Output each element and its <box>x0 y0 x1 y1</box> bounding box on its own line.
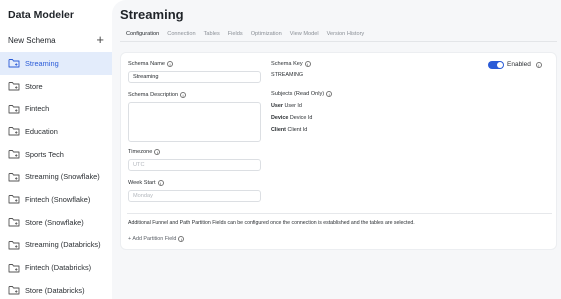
sidebar-item-streaming[interactable]: Streaming <box>0 52 112 75</box>
sidebar-item-store-databricks[interactable]: Store (Databricks) <box>0 279 112 299</box>
timezone-input: UTC <box>128 159 261 171</box>
enabled-toggle[interactable] <box>488 61 504 69</box>
schema-description-label-text: Schema Description <box>128 92 179 98</box>
subject-name: Device <box>271 115 289 121</box>
sidebar-item-store[interactable]: Store <box>0 75 112 98</box>
week-start-label: Week Start i <box>128 180 164 186</box>
app-title: Data Modeler <box>8 9 74 21</box>
subject-item: Device Device Id <box>271 115 312 121</box>
sidebar-item-label: Education <box>25 126 58 136</box>
info-icon[interactable]: i <box>178 236 185 242</box>
folder-icon <box>8 195 20 204</box>
schema-key-label-text: Schema Key <box>271 61 303 67</box>
schema-name-input[interactable]: Streaming <box>128 71 261 83</box>
week-start-input: Monday <box>128 190 261 202</box>
subjects-label-text: Subjects (Read Only) <box>271 91 325 97</box>
sidebar-item-label: Store <box>25 81 43 91</box>
subject-item: User User Id <box>271 103 302 109</box>
new-schema-button[interactable]: New Schema + <box>8 33 104 48</box>
folder-icon <box>8 127 20 136</box>
sidebar-item-store-snowflake[interactable]: Store (Snowflake) <box>0 211 112 234</box>
page-title: Streaming <box>120 7 184 22</box>
sidebar-item-fintech[interactable]: Fintech <box>0 97 112 120</box>
folder-icon <box>8 218 20 227</box>
add-partition-field-button[interactable]: + Add Partition Field i <box>128 236 185 242</box>
folder-icon <box>8 82 20 91</box>
configuration-card: Schema Name i Streaming Schema Descripti… <box>120 52 557 250</box>
subject-id: Client Id <box>287 127 308 133</box>
schema-name-label-text: Schema Name <box>128 61 165 67</box>
sidebar-item-streaming-databricks[interactable]: Streaming (Databricks) <box>0 234 112 257</box>
schema-name-label: Schema Name i <box>128 61 173 67</box>
enabled-label-text: Enabled <box>507 61 531 68</box>
main-panel: Streaming Configuration Connection Tables F… <box>112 0 561 299</box>
subject-item: Client Client Id <box>271 127 307 133</box>
subject-name: Client <box>271 127 286 133</box>
sidebar-item-label: Streaming (Snowflake) <box>25 172 100 182</box>
sidebar: Data Modeler New Schema + Streaming Store… <box>0 0 112 299</box>
subjects-label: Subjects (Read Only) i <box>271 91 333 97</box>
folder-icon <box>8 286 20 295</box>
folder-icon <box>8 104 20 114</box>
section-divider <box>127 213 552 214</box>
schema-key-label: Schema Key i <box>271 61 311 67</box>
sidebar-item-sports-tech[interactable]: Sports Tech <box>0 143 112 166</box>
add-partition-label: + Add Partition Field <box>128 236 177 242</box>
subject-name: User <box>271 103 283 109</box>
sidebar-item-label: Sports Tech <box>25 149 64 159</box>
schema-list: Streaming Store Fintech Education Sports Tec… <box>0 52 112 299</box>
subject-id: User Id <box>284 103 302 109</box>
sidebar-item-label: Store (Databricks) <box>25 285 85 295</box>
sidebar-item-label: Fintech <box>25 104 50 114</box>
timezone-label: Timezone i <box>128 149 161 155</box>
sidebar-item-education[interactable]: Education <box>0 120 112 143</box>
plus-icon[interactable]: + <box>96 33 104 46</box>
info-icon[interactable]: i <box>180 92 187 98</box>
schema-key-value: STREAMING <box>271 72 304 78</box>
sidebar-item-label: Store (Snowflake) <box>25 217 84 227</box>
folder-icon <box>8 263 20 272</box>
schema-description-textarea[interactable] <box>128 102 261 142</box>
info-icon[interactable]: i <box>154 149 161 155</box>
tab-divider <box>120 41 557 42</box>
folder-icon <box>8 150 20 159</box>
sidebar-item-streaming-snowflake[interactable]: Streaming (Snowflake) <box>0 165 112 188</box>
sidebar-item-label: Fintech (Databricks) <box>25 263 92 273</box>
sidebar-item-label: Streaming (Databricks) <box>25 240 101 250</box>
sidebar-item-label: Streaming <box>25 58 59 68</box>
sidebar-item-fintech-snowflake[interactable]: Fintech (Snowflake) <box>0 188 112 211</box>
info-icon[interactable]: i <box>304 61 311 67</box>
week-start-value: Monday <box>133 193 153 199</box>
timezone-label-text: Timezone <box>128 149 153 155</box>
new-schema-label: New Schema <box>8 36 56 45</box>
info-icon[interactable]: i <box>167 61 173 67</box>
folder-icon <box>8 59 20 68</box>
week-start-label-text: Week Start <box>128 180 156 186</box>
info-icon[interactable]: i <box>157 180 164 186</box>
info-icon[interactable]: i <box>326 91 333 97</box>
subject-id: Device Id <box>289 115 313 121</box>
enabled-label: Enabled i <box>507 61 542 68</box>
folder-icon <box>8 172 20 182</box>
folder-icon <box>8 240 20 250</box>
partition-note: Additional Funnel and Path Partition Fie… <box>128 220 415 226</box>
schema-description-label: Schema Description i <box>128 92 187 98</box>
sidebar-item-label: Fintech (Snowflake) <box>25 194 91 204</box>
schema-name-value: Streaming <box>133 74 159 80</box>
sidebar-item-fintech-databricks[interactable]: Fintech (Databricks) <box>0 256 112 279</box>
info-icon[interactable]: i <box>535 61 542 68</box>
timezone-value: UTC <box>133 162 145 168</box>
